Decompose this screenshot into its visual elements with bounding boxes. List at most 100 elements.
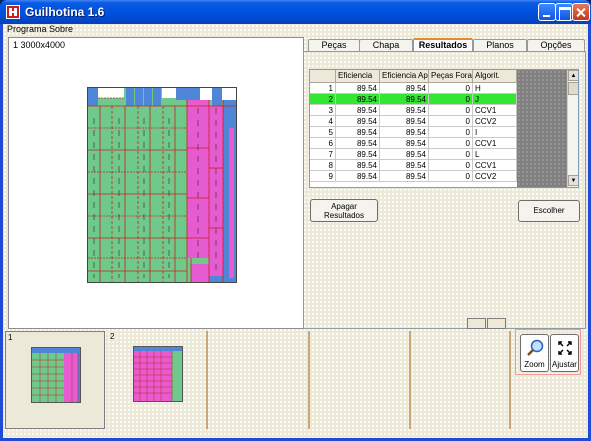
cutting-plan-preview[interactable]: 1 3000x4000	[8, 37, 304, 329]
cell-algoritmo[interactable]: L	[473, 149, 517, 160]
cell-eficiencia-ap[interactable]: 89.54	[380, 149, 429, 160]
cell-algoritmo[interactable]: CCV1	[473, 160, 517, 171]
cell-pecas-fora[interactable]: 0	[429, 171, 473, 182]
cell-index[interactable]: 9	[310, 171, 336, 182]
cell-algoritmo[interactable]: I	[473, 127, 517, 138]
cell-index[interactable]: 8	[310, 160, 336, 171]
magnifier-icon	[526, 339, 543, 356]
cell-pecas-fora[interactable]: 0	[429, 160, 473, 171]
cell-index[interactable]: 1	[310, 83, 336, 94]
cell-index[interactable]: 6	[310, 138, 336, 149]
column-header-eficiencia-ap[interactable]: Eficiencia Ap	[380, 70, 429, 83]
table-row[interactable]: 3 89.54 89.54 0 CCV1	[310, 105, 517, 116]
cell-eficiencia[interactable]: 89.54	[336, 160, 380, 171]
tab-strip: Peças Chapa Resultados Planos Opções	[303, 38, 586, 52]
plans-thumbnail-strip: 1 2 Zoom Ajustar	[3, 329, 588, 438]
table-row[interactable]: 2 89.54 89.54 0 J	[310, 94, 517, 105]
tab-chapa[interactable]: Chapa	[359, 39, 413, 51]
cell-eficiencia-ap[interactable]: 89.54	[380, 116, 429, 127]
column-header-index[interactable]	[310, 70, 336, 83]
table-row[interactable]: 5 89.54 89.54 0 I	[310, 127, 517, 138]
cell-eficiencia-ap[interactable]: 89.54	[380, 94, 429, 105]
tab-planos[interactable]: Planos	[473, 39, 527, 51]
escolher-button[interactable]: Escolher	[518, 200, 580, 222]
thumb-scroll-left-button[interactable]	[467, 318, 486, 329]
cell-eficiencia[interactable]: 89.54	[336, 116, 380, 127]
cell-eficiencia[interactable]: 89.54	[336, 127, 380, 138]
column-header-eficiencia[interactable]: Eficiencia	[336, 70, 380, 83]
cell-index[interactable]: 2	[310, 94, 336, 105]
tab-pecas[interactable]: Peças	[308, 39, 360, 51]
title-bar[interactable]: Guilhotina 1.6	[0, 0, 591, 24]
cell-eficiencia[interactable]: 89.54	[336, 138, 380, 149]
cell-index[interactable]: 5	[310, 127, 336, 138]
plan-thumbnail-number: 2	[110, 332, 115, 341]
table-row[interactable]: 1 89.54 89.54 0 H	[310, 83, 517, 94]
cell-pecas-fora[interactable]: 0	[429, 105, 473, 116]
close-button[interactable]	[572, 3, 590, 21]
column-header-pecas-fora[interactable]: Peças Fora	[429, 70, 473, 83]
menu-sobre[interactable]: Sobre	[49, 24, 73, 34]
plan-thumbnail-slot[interactable]	[411, 331, 511, 429]
maximize-button[interactable]	[555, 3, 573, 21]
plan-thumbnail-slot[interactable]	[210, 331, 310, 429]
cell-algoritmo[interactable]: CCV1	[473, 105, 517, 116]
zoom-label: Zoom	[524, 360, 545, 369]
thumb-scroll-right-button[interactable]	[487, 318, 506, 329]
cell-index[interactable]: 3	[310, 105, 336, 116]
cell-eficiencia[interactable]: 89.54	[336, 171, 380, 182]
table-row[interactable]: 7 89.54 89.54 0 L	[310, 149, 517, 160]
cell-eficiencia-ap[interactable]: 89.54	[380, 160, 429, 171]
table-row[interactable]: 6 89.54 89.54 0 CCV1	[310, 138, 517, 149]
cell-eficiencia-ap[interactable]: 89.54	[380, 127, 429, 138]
app-icon	[6, 5, 20, 19]
cell-eficiencia-ap[interactable]: 89.54	[380, 138, 429, 149]
cell-algoritmo[interactable]: CCV2	[473, 171, 517, 182]
cell-pecas-fora[interactable]: 0	[429, 149, 473, 160]
table-row[interactable]: 9 89.54 89.54 0 CCV2	[310, 171, 517, 182]
cell-eficiencia[interactable]: 89.54	[336, 94, 380, 105]
cell-pecas-fora[interactable]: 0	[429, 127, 473, 138]
cell-eficiencia-ap[interactable]: 89.54	[380, 105, 429, 116]
scroll-thumb[interactable]	[568, 82, 578, 95]
table-row[interactable]: 4 89.54 89.54 0 CCV2	[310, 116, 517, 127]
sheet-size-label: 1 3000x4000	[13, 40, 66, 50]
table-row[interactable]: 8 89.54 89.54 0 CCV1	[310, 160, 517, 171]
ajustar-button[interactable]: Ajustar	[550, 334, 579, 372]
minimize-button[interactable]	[538, 3, 556, 21]
cell-pecas-fora[interactable]: 0	[429, 138, 473, 149]
cell-eficiencia[interactable]: 89.54	[336, 149, 380, 160]
cell-algoritmo[interactable]: J	[473, 94, 517, 105]
cell-algoritmo[interactable]: CCV2	[473, 116, 517, 127]
cell-pecas-fora[interactable]: 0	[429, 116, 473, 127]
cell-pecas-fora[interactable]: 0	[429, 83, 473, 94]
tab-resultados[interactable]: Resultados	[413, 38, 473, 52]
cell-eficiencia[interactable]: 89.54	[336, 83, 380, 94]
plan-thumbnail-image	[31, 347, 81, 403]
cell-eficiencia-ap[interactable]: 89.54	[380, 171, 429, 182]
ajustar-label: Ajustar	[552, 360, 577, 369]
plan-thumbnail-slot[interactable]	[311, 331, 411, 429]
scroll-up-icon[interactable]: ▲	[568, 70, 578, 81]
cell-eficiencia[interactable]: 89.54	[336, 105, 380, 116]
scroll-down-icon[interactable]: ▼	[568, 175, 578, 186]
cell-algoritmo[interactable]: H	[473, 83, 517, 94]
apagar-label-line1: Apagar	[331, 202, 357, 211]
cell-eficiencia-ap[interactable]: 89.54	[380, 83, 429, 94]
zoom-button[interactable]: Zoom	[520, 334, 549, 372]
tab-opcoes[interactable]: Opções	[527, 39, 585, 51]
cell-pecas-fora[interactable]: 0	[429, 94, 473, 105]
plan-thumbnail[interactable]: 1	[5, 331, 105, 429]
fit-arrows-icon	[557, 341, 572, 355]
cell-index[interactable]: 4	[310, 116, 336, 127]
plan-thumbnail[interactable]: 2	[108, 331, 208, 429]
cell-index[interactable]: 7	[310, 149, 336, 160]
cell-algoritmo[interactable]: CCV1	[473, 138, 517, 149]
view-tools-group: Zoom Ajustar	[515, 329, 581, 375]
results-table[interactable]: Eficiencia Eficiencia Ap Peças Fora Algo…	[309, 69, 579, 188]
column-header-algoritmo[interactable]: Algorit.	[473, 70, 517, 83]
table-scrollbar[interactable]: ▲ ▼	[567, 70, 578, 187]
apagar-resultados-button[interactable]: Apagar Resultados	[310, 199, 378, 222]
menu-programa[interactable]: Programa	[7, 24, 47, 34]
window-title: Guilhotina 1.6	[25, 5, 105, 19]
